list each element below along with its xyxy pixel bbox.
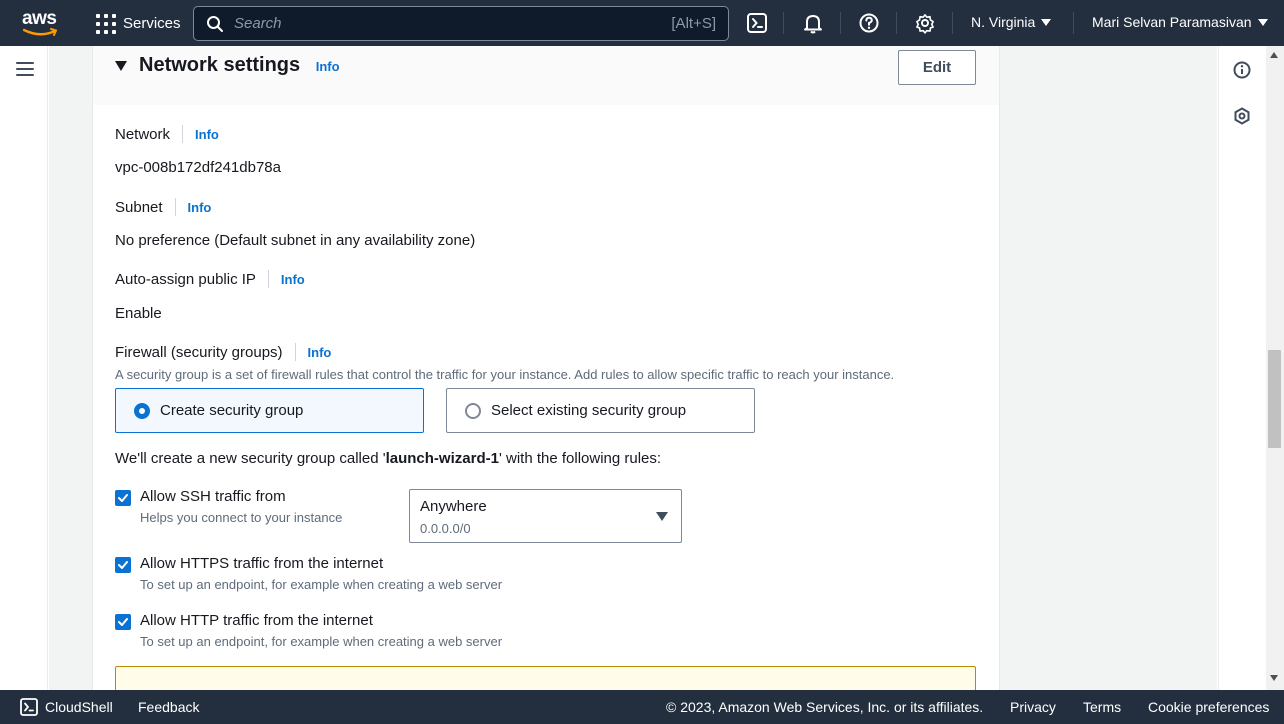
rule-https: Allow HTTPS traffic from the internet To… (115, 555, 502, 592)
services-label: Services (123, 14, 181, 32)
top-navigation: aws Services Search [Alt+S] N. Virginia … (0, 0, 1284, 46)
info-link[interactable]: Info (316, 59, 340, 74)
security-group-name: launch-wizard-1 (385, 450, 499, 467)
aws-smile-icon (23, 28, 58, 36)
side-navigation-rail (0, 46, 48, 690)
account-menu[interactable]: Mari Selvan Paramasivan (1092, 14, 1268, 30)
ssh-checkbox[interactable] (115, 490, 131, 506)
nav-divider (1073, 12, 1074, 34)
public-ip-value: Enable (115, 305, 162, 322)
public-ip-label: Auto-assign public IP (115, 270, 256, 288)
note-suffix: ' with the following rules: (498, 450, 662, 467)
hexagon-icon[interactable] (1233, 107, 1251, 125)
http-checkbox[interactable] (115, 614, 131, 630)
ssh-source-value: Anywhere (420, 498, 487, 515)
https-rule-description: To set up an endpoint, for example when … (140, 577, 503, 592)
copyright-text: © 2023, Amazon Web Services, Inc. or its… (666, 699, 984, 715)
caret-down-icon[interactable] (115, 61, 127, 71)
network-label-row: Network Info (115, 125, 219, 143)
privacy-link[interactable]: Privacy (1010, 699, 1056, 715)
firewall-description: A security group is a set of firewall ru… (115, 367, 895, 382)
nav-divider (952, 12, 953, 34)
firewall-label-row: Firewall (security groups) Info (115, 343, 331, 361)
check-icon (118, 494, 128, 502)
info-circle-icon[interactable] (1233, 61, 1251, 79)
panel-header: Network settings Info Edit (93, 46, 999, 105)
https-rule-label: Allow HTTPS traffic from the internet (140, 555, 384, 572)
aws-logo[interactable]: aws (22, 8, 60, 38)
public-ip-label-row: Auto-assign public IP Info (115, 270, 305, 288)
cookie-preferences-link[interactable]: Cookie preferences (1148, 699, 1269, 715)
network-settings-panel: Network settings Info Edit Network Info … (93, 46, 999, 690)
edit-button[interactable]: Edit (898, 50, 976, 85)
footer: CloudShell Feedback © 2023, Amazon Web S… (0, 690, 1284, 724)
chevron-down-icon (1041, 18, 1052, 26)
subnet-value: No preference (Default subnet in any ava… (115, 232, 476, 249)
panel-title: Network settings Info (139, 54, 340, 77)
rule-ssh: Allow SSH traffic from Helps you connect… (115, 488, 342, 525)
nav-divider (840, 12, 841, 34)
info-link[interactable]: Info (188, 200, 212, 215)
note-prefix: We'll create a new security group called… (115, 450, 386, 467)
search-icon (207, 15, 223, 32)
chevron-down-icon (1257, 18, 1268, 26)
select-existing-security-group-tile[interactable]: Select existing security group (446, 388, 755, 433)
help-icon[interactable] (858, 12, 880, 34)
region-selector[interactable]: N. Virginia (971, 14, 1052, 30)
http-rule-label: Allow HTTP traffic from the internet (140, 612, 373, 629)
http-rule-description: To set up an endpoint, for example when … (140, 634, 503, 649)
info-link[interactable]: Info (195, 127, 219, 142)
services-menu-button[interactable]: Services (95, 13, 181, 34)
info-link[interactable]: Info (281, 272, 305, 287)
feedback-link[interactable]: Feedback (138, 699, 199, 715)
menu-icon[interactable] (16, 62, 34, 76)
check-icon (118, 618, 128, 626)
https-checkbox[interactable] (115, 557, 131, 573)
grid-icon (95, 13, 116, 34)
subnet-label-row: Subnet Info (115, 198, 211, 216)
divider (294, 343, 296, 361)
gear-icon[interactable] (914, 12, 936, 34)
divider (174, 198, 176, 216)
divider (267, 270, 269, 288)
terms-link[interactable]: Terms (1083, 699, 1121, 715)
subnet-label: Subnet (115, 198, 163, 216)
divider (182, 125, 184, 143)
nav-divider (783, 12, 784, 34)
bell-icon[interactable] (802, 12, 824, 34)
ssh-rule-description: Helps you connect to your instance (140, 510, 343, 525)
rule-http: Allow HTTP traffic from the internet To … (115, 612, 502, 649)
region-label: N. Virginia (971, 14, 1036, 30)
search-shortcut: [Alt+S] (671, 15, 716, 32)
create-security-group-tile[interactable]: Create security group (115, 388, 424, 433)
caret-down-icon (656, 512, 668, 521)
tools-rail (1218, 46, 1266, 690)
info-link[interactable]: Info (308, 345, 332, 360)
cloudshell-icon[interactable] (746, 12, 768, 34)
search-input[interactable]: Search [Alt+S] (193, 6, 729, 41)
scrollbar-thumb[interactable] (1268, 350, 1281, 448)
create-security-group-label: Create security group (160, 402, 304, 419)
radio-selected[interactable] (134, 402, 150, 419)
network-value: vpc-008b172df241db78a (115, 159, 281, 176)
firewall-label: Firewall (security groups) (115, 343, 283, 361)
cloudshell-link[interactable]: CloudShell (45, 699, 113, 715)
scroll-down-arrow[interactable] (1270, 675, 1278, 681)
ssh-rule-label: Allow SSH traffic from (140, 488, 286, 505)
search-placeholder: Search (234, 15, 282, 32)
radio-unselected[interactable] (465, 402, 481, 419)
ssh-source-cidr: 0.0.0.0/0 (420, 521, 471, 536)
select-existing-security-group-label: Select existing security group (491, 402, 687, 419)
panel-title-text: Network settings (139, 54, 301, 76)
ssh-source-select[interactable]: Anywhere 0.0.0.0/0 (409, 489, 682, 543)
cloudshell-icon[interactable] (20, 698, 38, 716)
aws-logo-text: aws (22, 8, 57, 29)
nav-divider (896, 12, 897, 34)
scroll-up-arrow[interactable] (1270, 52, 1278, 58)
check-icon (118, 561, 128, 569)
security-group-note: We'll create a new security group called… (115, 450, 661, 467)
user-name: Mari Selvan Paramasivan (1092, 14, 1252, 30)
warning-alert (115, 666, 976, 690)
network-label: Network (115, 125, 171, 143)
